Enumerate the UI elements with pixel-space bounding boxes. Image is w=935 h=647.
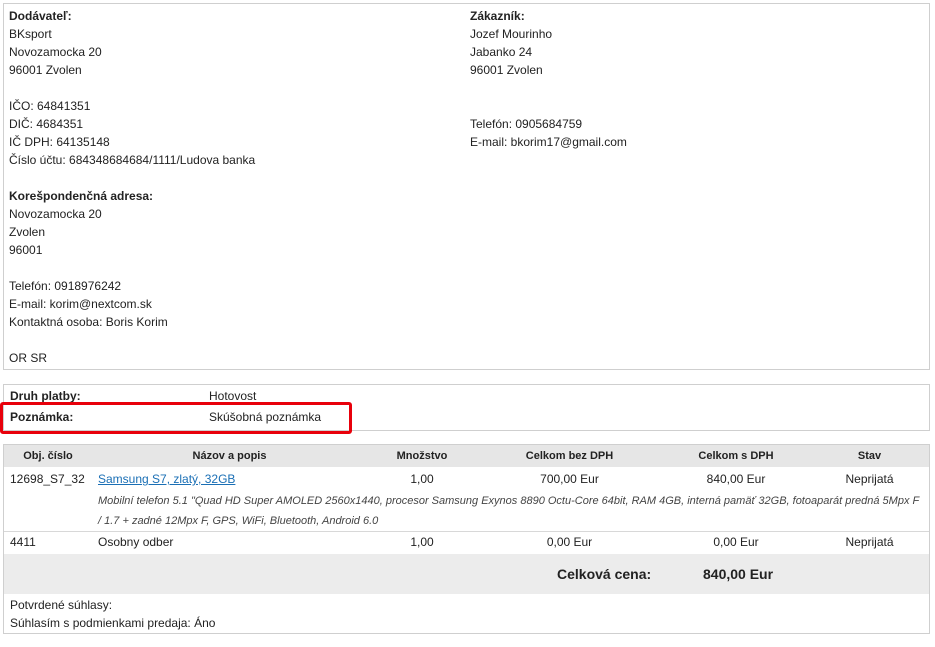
correspondence-heading: Korešpondenčná adresa: <box>9 189 154 203</box>
row-quantity: 1,00 <box>410 472 434 486</box>
supplier-name: BKsport <box>9 27 52 41</box>
customer-email: E-mail: bkorim17@gmail.com <box>470 135 627 149</box>
table-header: Obj. číslo Názov a popis Množstvo Celkom… <box>4 445 929 467</box>
customer-street: Jabanko 24 <box>470 45 533 59</box>
row-code: 4411 <box>10 535 36 549</box>
correspondence-zip: 96001 <box>9 243 43 257</box>
customer-phone: Telefón: 0905684759 <box>470 117 583 131</box>
correspondence-street: Novozamocka 20 <box>9 207 102 221</box>
customer-heading: Zákazník: <box>470 9 525 23</box>
row-code: 12698_S7_32 <box>10 472 85 486</box>
supplier-icdph: IČ DPH: 64135148 <box>9 135 110 149</box>
table-row: 4411 Osobny odber 1,00 0,00 Eur 0,00 Eur… <box>4 532 929 554</box>
row-gross-price: 0,00 Eur <box>713 535 759 549</box>
note-highlight <box>0 402 352 434</box>
product-description: Mobilní telefon 5.1 "Quad HD Super AMOLE… <box>98 495 920 527</box>
address-panel: Dodávateľ: BKsport Novozamocka 20 96001 … <box>3 3 930 370</box>
total-label: Celková cena: <box>557 566 652 582</box>
supplier-contact: Kontaktná osoba: Boris Korim <box>9 315 168 329</box>
row-net-price: 0,00 Eur <box>546 535 593 549</box>
column-header-name: Názov a popis <box>192 450 267 462</box>
row-status: Neprijatá <box>845 472 894 486</box>
row-net-price: 700,00 Eur <box>540 472 599 486</box>
row-gross-price: 840,00 Eur <box>706 472 766 486</box>
column-header-code: Obj. číslo <box>23 450 73 462</box>
total-value: 840,00 Eur <box>703 566 774 582</box>
supplier-city: 96001 Zvolen <box>9 63 82 77</box>
supplier-ico: IČO: 64841351 <box>9 99 91 113</box>
items-table: Obj. číslo Názov a popis Množstvo Celkom… <box>3 444 930 634</box>
payment-method-label: Druh platby: <box>10 389 81 403</box>
row-quantity: 1,00 <box>410 535 434 549</box>
payment-method-value: Hotovost <box>209 389 257 403</box>
supplier-register: OR SR <box>9 351 48 365</box>
supplier-dic: DIČ: 4684351 <box>9 117 84 131</box>
total-row: Celková cena: 840,00 Eur <box>4 554 929 594</box>
column-header-gross: Celkom s DPH <box>698 450 774 462</box>
table-row: 12698_S7_32 Samsung S7, zlatý, 32GB 1,00… <box>4 467 929 531</box>
supplier-street: Novozamocka 20 <box>9 45 102 59</box>
product-link[interactable]: Samsung S7, zlatý, 32GB <box>98 470 235 488</box>
consent-terms: Súhlasím s podmienkami predaja: Áno <box>10 616 216 630</box>
column-header-net: Celkom bez DPH <box>525 450 614 462</box>
supplier-email: E-mail: korim@nextcom.sk <box>9 297 152 311</box>
correspondence-city: Zvolen <box>9 225 46 239</box>
supplier-phone: Telefón: 0918976242 <box>9 279 122 293</box>
column-header-status: Stav <box>857 450 882 462</box>
consents-heading: Potvrdené súhlasy: <box>10 598 113 612</box>
customer-city: 96001 Zvolen <box>470 63 543 77</box>
supplier-account: Číslo účtu: 684348684684/1111/Ludova ban… <box>9 153 256 167</box>
column-header-quantity: Množstvo <box>396 450 448 462</box>
row-name: Osobny odber <box>98 535 174 549</box>
customer-name: Jozef Mourinho <box>470 27 553 41</box>
row-status: Neprijatá <box>845 535 894 549</box>
supplier-heading: Dodávateľ: <box>9 9 72 23</box>
